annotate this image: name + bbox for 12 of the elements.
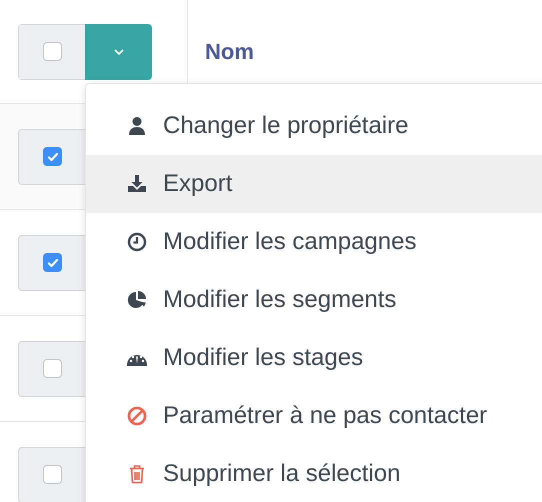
select-all-button[interactable] — [18, 24, 85, 80]
dropdown-button[interactable] — [85, 24, 152, 80]
checkbox[interactable] — [43, 253, 62, 272]
checkbox[interactable] — [43, 465, 62, 484]
menu-item[interactable]: Export — [86, 155, 542, 213]
column-header[interactable]: Nom — [205, 35, 254, 68]
checkbox[interactable] — [43, 147, 62, 166]
checkbox[interactable] — [43, 359, 62, 378]
chevron-down-icon — [112, 48, 124, 56]
check-icon — [46, 256, 58, 268]
check-icon — [46, 150, 58, 162]
checkbox[interactable] — [42, 42, 62, 61]
